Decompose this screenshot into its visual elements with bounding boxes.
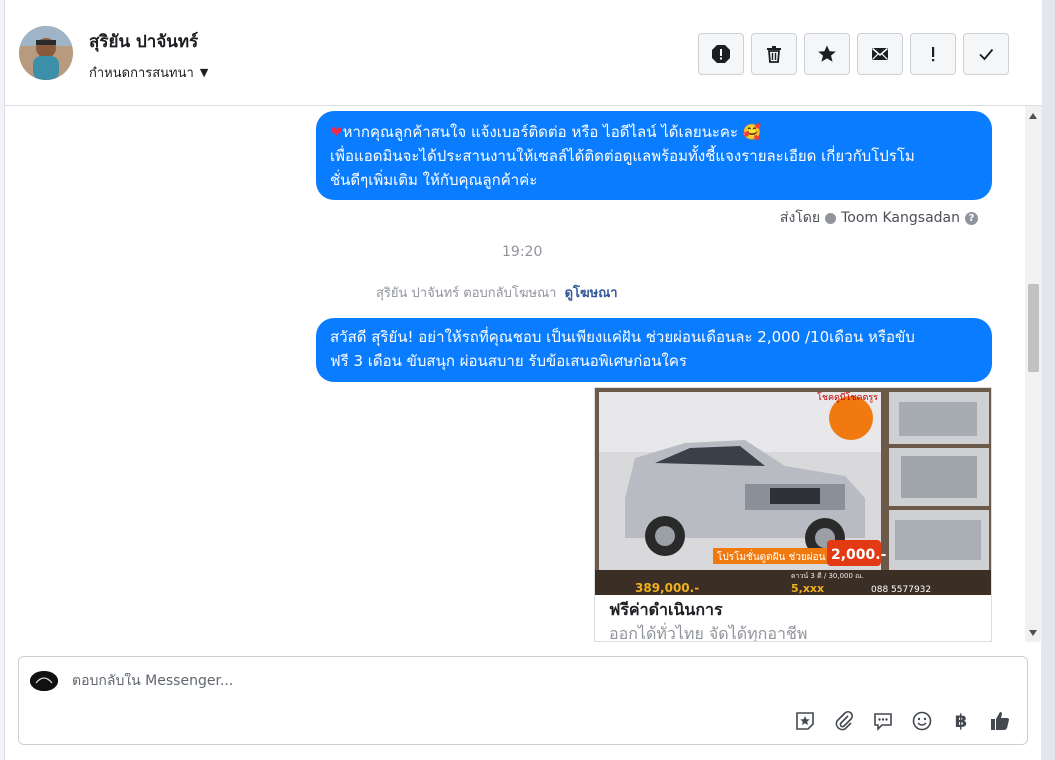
verified-icon (825, 212, 837, 224)
ad-reply-text: สุริยัน ปาจันทร์ ตอบกลับโฆษณา (376, 286, 557, 301)
scroll-up-icon[interactable] (1029, 113, 1037, 119)
message-bubble: ❤หากคุณลูกค้าสนใจ แจ้งเบอร์ติดต่อ หรือ ไ… (316, 111, 992, 200)
conversation-header: สุริยัน ปาจันทร์ กำหนดการสนทนา ▼ (5, 0, 1042, 106)
reply-input[interactable] (72, 673, 672, 689)
ad-card[interactable]: โชคดูบีโชคตรูร โปรโมชั่นดูดฝัน ช่วยผ่อน … (594, 387, 992, 642)
scroll-down-icon[interactable] (1029, 630, 1037, 636)
message-line: ฟรี 3 เดือน ขับสนุก ผ่อนสบาย รับข้อเสนอพ… (330, 352, 687, 370)
message-list: ❤หากคุณลูกค้าสนใจ แจ้งเบอร์ติดต่อ หรือ ไ… (5, 106, 1025, 642)
star-icon (818, 45, 836, 62)
paperclip-icon[interactable] (832, 709, 856, 733)
conversation-panel: สุริยัน ปาจันทร์ กำหนดการสนทนา ▼ ❤หากคุณ… (4, 0, 1042, 760)
message-line: ชั่นดีๆเพิ่มเติม ให้กับคุณลูกค้าค่ะ (330, 171, 538, 189)
envelope-icon (872, 47, 888, 60)
schedule-label: กำหนดการสนทนา (89, 66, 194, 81)
message-bubble: สวัสดี สุริยัน! อย่าให้รถที่คุณชอบ เป็นเ… (316, 318, 992, 382)
message-line: หากคุณลูกค้าสนใจ แจ้งเบอร์ติดต่อ หรือ ไอ… (342, 123, 762, 141)
ad-down-text: ดาวน์ 3 ดี / 30,000 ณ. (791, 572, 864, 580)
conversation-schedule-menu[interactable]: กำหนดการสนทนา ▼ (89, 62, 208, 83)
ad-phone: 088 5577932 (871, 585, 931, 595)
report-button[interactable] (698, 33, 744, 75)
mark-unread-button[interactable] (857, 33, 903, 75)
scroll-thumb[interactable] (1028, 284, 1039, 372)
view-ad-link[interactable]: ดูโฆษณา (565, 286, 618, 301)
header-toolbar (698, 33, 1009, 75)
check-icon (979, 48, 994, 61)
delete-button[interactable] (751, 33, 797, 75)
mark-spam-button[interactable] (910, 33, 956, 75)
heart-icon: ❤ (330, 123, 343, 141)
composer-actions: ฿ (793, 709, 1012, 733)
ad-title: ฟรีค่าดำเนินการ (609, 600, 723, 619)
reply-composer: ฿ (18, 656, 1028, 745)
message-timestamp: 19:20 (502, 244, 543, 260)
message-line: เพื่อแอดมินจะได้ประสานงานให้เซลล์ได้ติดต… (330, 147, 915, 165)
ad-subtitle: ออกได้ทั่วไทย จัดได้ทุกอาชีพ (609, 624, 808, 642)
ad-badge-price: 2,000.- (831, 547, 887, 563)
sent-by-info: ส่งโดย Toom Kangsadan ? (780, 207, 978, 229)
trash-icon (767, 46, 781, 63)
exclamation-icon (932, 47, 935, 62)
right-edge (1041, 0, 1055, 760)
ad-top-banner: โชคดูบีโชคตรูร (817, 392, 878, 403)
contact-name[interactable]: สุริยัน ปาจันทร์ (89, 28, 198, 55)
message-scrollbar[interactable] (1025, 106, 1042, 642)
ad-promo-text: โปรโมชั่นดูดฝัน ช่วยผ่อน (717, 549, 826, 563)
star-button[interactable] (804, 33, 850, 75)
contact-avatar[interactable] (19, 26, 73, 80)
message-line: สวัสดี สุริยัน! อย่าให้รถที่คุณชอบ เป็นเ… (330, 328, 915, 346)
sticker-icon[interactable] (793, 709, 817, 733)
emoji-icon[interactable] (910, 709, 934, 733)
sent-by-name: Toom Kangsadan (841, 210, 960, 226)
ad-bottom-mid: 5,xxx (791, 582, 824, 595)
page-avatar (30, 671, 58, 691)
mark-done-button[interactable] (963, 33, 1009, 75)
ad-price-text: 389,000.- (635, 581, 699, 595)
help-icon[interactable]: ? (965, 211, 978, 225)
ad-reply-notice: สุริยัน ปาจันทร์ ตอบกลับโฆษณา ดูโฆษณา (376, 282, 618, 303)
ad-image: โชคดูบีโชคตรูร โปรโมชั่นดูดฝัน ช่วยผ่อน … (595, 388, 991, 595)
thumbs-up-icon[interactable] (988, 709, 1012, 733)
sent-by-label: ส่งโดย (779, 210, 821, 226)
saved-replies-icon[interactable] (871, 709, 895, 733)
baht-icon[interactable]: ฿ (949, 709, 973, 733)
caret-down-icon: ▼ (199, 66, 209, 79)
report-icon (712, 45, 730, 63)
